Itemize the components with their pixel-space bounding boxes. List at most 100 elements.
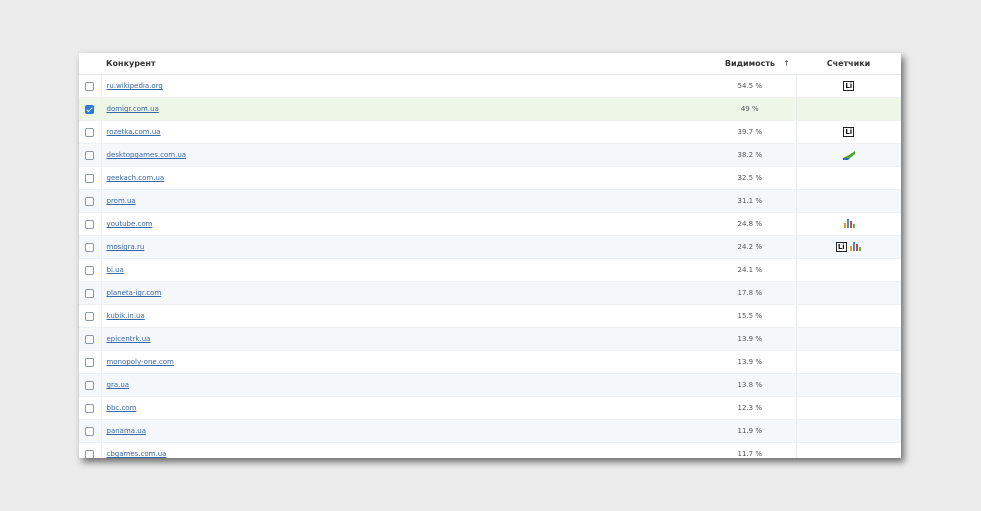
site-cell: ru.wikipedia.org bbox=[101, 74, 704, 98]
site-link[interactable]: kubik.in.ua bbox=[107, 312, 145, 320]
row-checkbox[interactable] bbox=[85, 219, 95, 229]
row-select-cell bbox=[79, 212, 102, 236]
site-link[interactable]: geekach.com.ua bbox=[107, 174, 165, 182]
site-cell: geekach.com.ua bbox=[101, 166, 704, 190]
row-select-cell bbox=[79, 235, 102, 259]
sort-arrow-icon[interactable]: ↑ bbox=[783, 59, 790, 68]
li-icon: Li bbox=[843, 81, 855, 91]
row-checkbox[interactable] bbox=[85, 265, 95, 275]
row-checkbox[interactable] bbox=[85, 104, 95, 114]
row-checkbox[interactable] bbox=[85, 334, 95, 344]
site-link[interactable]: youtube.com bbox=[107, 220, 153, 228]
li-icon: Li bbox=[835, 242, 847, 252]
site-link[interactable]: gra.ua bbox=[107, 381, 130, 389]
header-visibility-label: Видимость bbox=[724, 59, 776, 68]
site-link[interactable]: bbc.com bbox=[107, 404, 137, 412]
row-checkbox[interactable] bbox=[85, 173, 95, 183]
site-link[interactable]: ru.wikipedia.org bbox=[107, 82, 163, 90]
row-select-cell bbox=[79, 304, 102, 328]
site-link[interactable]: cbgames.com.ua bbox=[107, 450, 167, 458]
table-row: kubik.in.ua 15.5 % bbox=[79, 304, 901, 328]
visibility-value: 24.8 % bbox=[704, 212, 797, 236]
site-link[interactable]: prom.ua bbox=[107, 197, 136, 205]
table-row: epicentrk.ua 13.9 % bbox=[79, 327, 901, 351]
table-row: ru.wikipedia.org 54.5 % Li bbox=[79, 74, 901, 98]
site-link[interactable]: desktopgames.com.ua bbox=[107, 151, 187, 159]
site-link[interactable]: domigr.com.ua bbox=[107, 105, 159, 113]
visibility-value: 24.1 % bbox=[704, 258, 797, 282]
site-cell: kubik.in.ua bbox=[101, 304, 704, 328]
site-cell: planeta-igr.com bbox=[101, 281, 704, 305]
row-checkbox[interactable] bbox=[85, 127, 95, 137]
row-checkbox[interactable] bbox=[85, 357, 95, 367]
counters-cell: Li bbox=[796, 74, 901, 98]
row-checkbox[interactable] bbox=[85, 311, 95, 321]
row-select-cell bbox=[79, 189, 102, 213]
site-link[interactable]: planeta-igr.com bbox=[107, 289, 162, 297]
visibility-value: 13.8 % bbox=[704, 373, 797, 397]
row-checkbox[interactable] bbox=[85, 81, 95, 91]
visibility-value: 32.5 % bbox=[704, 166, 797, 190]
counters-cell bbox=[796, 442, 901, 458]
visibility-value: 11.9 % bbox=[704, 419, 797, 443]
visibility-value: 54.5 % bbox=[704, 74, 797, 98]
site-link[interactable]: bi.ua bbox=[107, 266, 124, 274]
counters-cell bbox=[796, 258, 901, 282]
row-select-cell bbox=[79, 120, 102, 144]
row-select-cell bbox=[79, 143, 102, 167]
table-body: ru.wikipedia.org 54.5 % Li domigr.com.ua 49 … bbox=[79, 74, 901, 458]
site-cell: epicentrk.ua bbox=[101, 327, 704, 351]
table-row: gra.ua 13.8 % bbox=[79, 373, 901, 397]
row-select-cell bbox=[79, 281, 102, 305]
site-link[interactable]: rozetka.com.ua bbox=[107, 128, 161, 136]
table-row: domigr.com.ua 49 % bbox=[79, 97, 901, 121]
visibility-value: 11.7 % bbox=[704, 442, 797, 458]
site-cell: monopoly-one.com bbox=[101, 350, 704, 374]
li-icon: Li bbox=[843, 127, 855, 137]
counters-cell: Li bbox=[796, 120, 901, 144]
table-row: prom.ua 31.1 % bbox=[79, 189, 901, 213]
row-select-cell bbox=[79, 166, 102, 190]
site-cell: rozetka.com.ua bbox=[101, 120, 704, 144]
counters-cell bbox=[796, 189, 901, 213]
site-link[interactable]: epicentrk.ua bbox=[107, 335, 151, 343]
counters-cell: Li bbox=[796, 235, 901, 259]
header-visibility[interactable]: Видимость ↑ bbox=[704, 53, 796, 75]
visibility-value: 13.9 % bbox=[704, 327, 797, 351]
competitors-table: Конкурент Видимость ↑ Счетчики ru.wikipe… bbox=[79, 53, 901, 458]
row-select-cell bbox=[79, 350, 102, 374]
row-checkbox[interactable] bbox=[85, 196, 95, 206]
row-select-cell bbox=[79, 97, 102, 121]
table-row: panama.ua 11.9 % bbox=[79, 419, 901, 443]
row-checkbox[interactable] bbox=[85, 150, 95, 160]
row-checkbox[interactable] bbox=[85, 403, 95, 413]
site-cell: desktopgames.com.ua bbox=[101, 143, 704, 167]
site-link[interactable]: monopoly-one.com bbox=[107, 358, 174, 366]
site-cell: youtube.com bbox=[101, 212, 704, 236]
site-link[interactable]: panama.ua bbox=[107, 427, 147, 435]
site-cell: bbc.com bbox=[101, 396, 704, 420]
visibility-value: 12.3 % bbox=[704, 396, 797, 420]
header-competitor[interactable]: Конкурент bbox=[101, 53, 704, 75]
competitors-panel: Конкурент Видимость ↑ Счетчики ru.wikipe… bbox=[79, 53, 901, 458]
visibility-value: 31.1 % bbox=[704, 189, 797, 213]
site-link[interactable]: mosigra.ru bbox=[107, 243, 145, 251]
visibility-value: 39.7 % bbox=[704, 120, 797, 144]
row-select-cell bbox=[79, 373, 102, 397]
site-cell: prom.ua bbox=[101, 189, 704, 213]
bar-chart-icon bbox=[843, 219, 856, 229]
row-select-cell bbox=[79, 327, 102, 351]
counters-cell bbox=[796, 281, 901, 305]
row-checkbox[interactable] bbox=[85, 288, 95, 298]
row-checkbox[interactable] bbox=[85, 380, 95, 390]
counters-cell bbox=[796, 166, 901, 190]
table-row: cbgames.com.ua 11.7 % bbox=[79, 442, 901, 458]
site-cell: panama.ua bbox=[101, 419, 704, 443]
row-checkbox[interactable] bbox=[85, 426, 95, 436]
bar-chart-icon bbox=[849, 242, 862, 252]
row-checkbox[interactable] bbox=[85, 242, 95, 252]
row-checkbox[interactable] bbox=[85, 449, 95, 458]
row-select-cell bbox=[79, 442, 102, 458]
counters-cell bbox=[796, 304, 901, 328]
header-select-cell bbox=[79, 53, 101, 75]
